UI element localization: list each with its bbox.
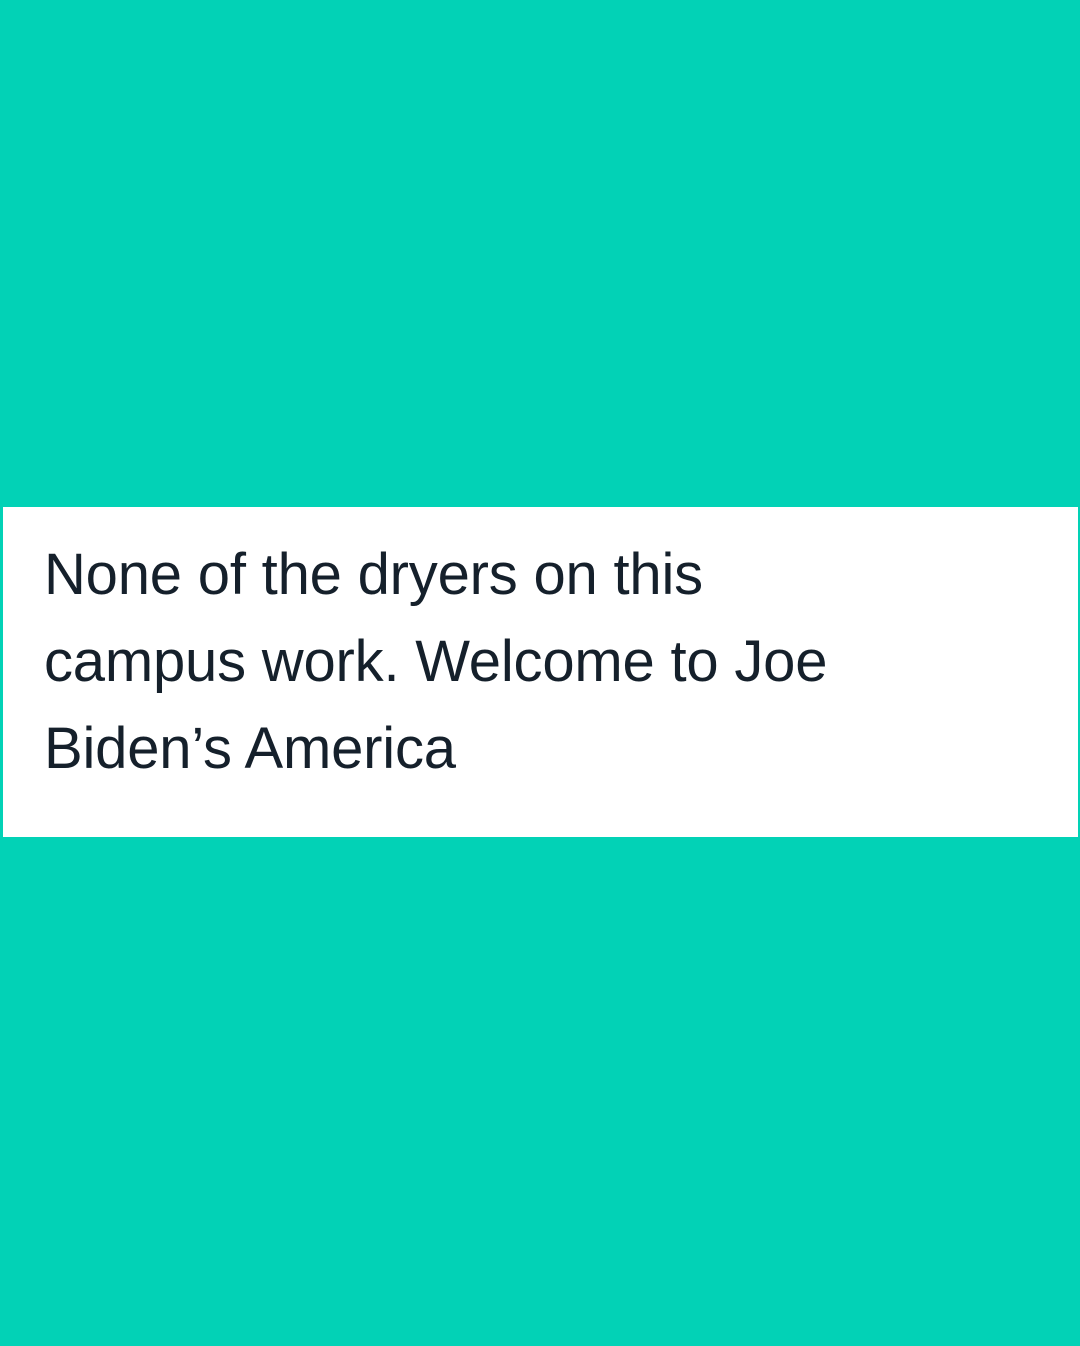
post-text-line: None of the dryers on this xyxy=(44,542,703,607)
post-text-line: Biden’s America xyxy=(44,716,456,781)
post-text-line: campus work. Welcome to Joe xyxy=(44,629,828,694)
post-text: None of the dryers on this campus work. … xyxy=(44,531,1054,792)
text-card: None of the dryers on this campus work. … xyxy=(3,507,1078,837)
teal-background: None of the dryers on this campus work. … xyxy=(0,0,1080,1346)
